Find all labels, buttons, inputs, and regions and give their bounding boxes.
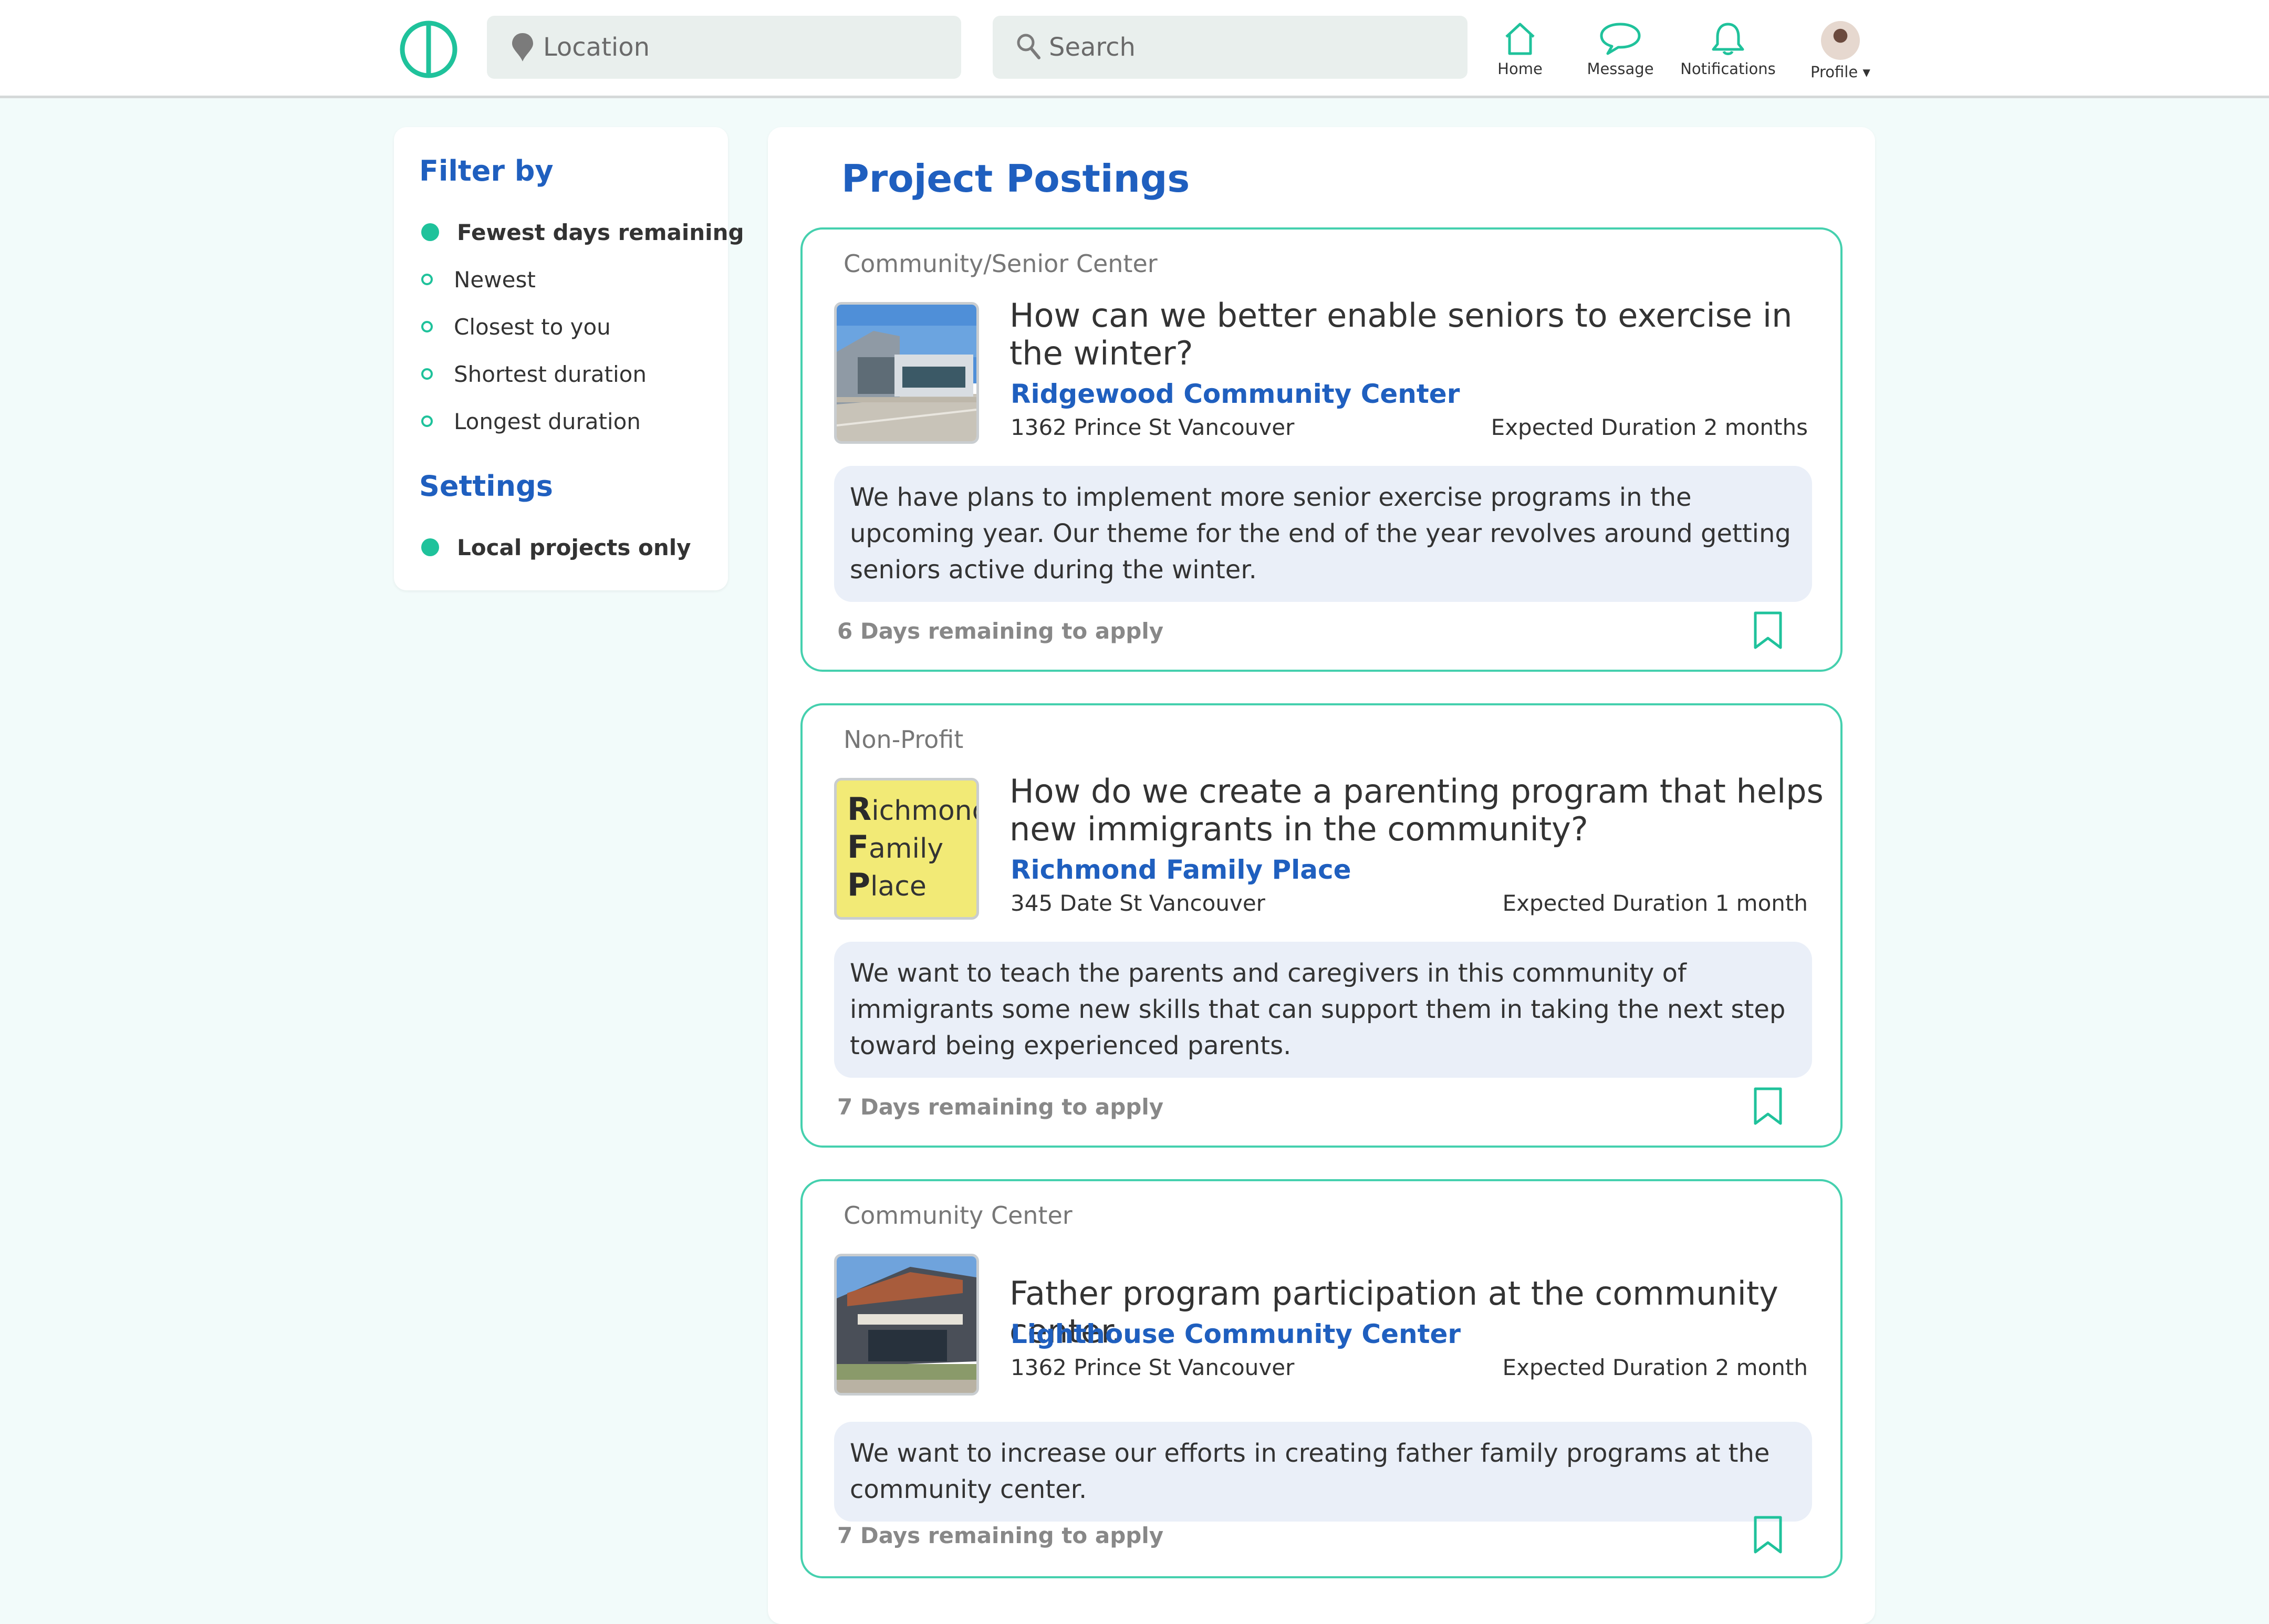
nav-profile[interactable]: Profile ▾ [1804, 21, 1877, 81]
bookmark-icon[interactable] [1752, 1087, 1784, 1127]
project-postings-panel: Project Postings Community/Senior Center… [768, 127, 1875, 1624]
richmond-family-place-logo: Richmond Family Place [834, 778, 979, 920]
posting-description: We have plans to implement more senior e… [834, 466, 1812, 602]
posting-duration: Expected Duration 2 month [1502, 1355, 1808, 1380]
filter-option-shortest[interactable]: Shortest duration [421, 361, 647, 387]
settings-title: Settings [419, 470, 553, 503]
posting-card[interactable]: Community Center Father program particip… [800, 1179, 1843, 1578]
lighthouse-building-photo [834, 1254, 979, 1396]
nav-message[interactable]: Message [1581, 21, 1660, 78]
nav-home[interactable]: Home [1491, 21, 1549, 78]
nav-home-label: Home [1497, 60, 1543, 78]
posting-days-remaining: 6 Days remaining to apply [837, 618, 1164, 644]
filter-sidebar: Filter by Fewest days remaining Newest C… [394, 127, 744, 590]
top-nav: Home Message Notifications Profile ▾ [0, 0, 2269, 98]
radio-icon [421, 368, 433, 380]
nav-message-label: Message [1587, 60, 1654, 78]
filter-option-closest[interactable]: Closest to you [421, 314, 611, 340]
search-field [993, 16, 1467, 79]
posting-address: 1362 Prince St Vancouver [1011, 414, 1295, 440]
cd-logo[interactable] [399, 20, 458, 79]
posting-category: Community Center [844, 1201, 1073, 1230]
nav-notifications-label: Notifications [1680, 60, 1776, 78]
filter-option-label: Longest duration [454, 409, 641, 434]
bookmark-icon[interactable] [1752, 1515, 1784, 1555]
filter-option-label: Shortest duration [454, 361, 647, 387]
setting-local-projects[interactable]: Local projects only [421, 535, 691, 560]
posting-card[interactable]: Non-Profit Richmond Family Place How do … [800, 703, 1843, 1148]
posting-org-link[interactable]: Ridgewood Community Center [1011, 379, 1460, 409]
filter-option-newest[interactable]: Newest [421, 267, 536, 293]
search-input[interactable] [993, 16, 1467, 79]
filter-option-fewest-days[interactable]: Fewest days remaining [421, 220, 744, 245]
radio-selected-icon [421, 223, 439, 241]
radio-icon [421, 320, 433, 332]
avatar [1821, 21, 1860, 60]
nav-profile-label: Profile ▾ [1810, 63, 1870, 81]
filter-option-longest[interactable]: Longest duration [421, 409, 641, 434]
posting-days-remaining: 7 Days remaining to apply [837, 1094, 1164, 1120]
logo-line: Place [847, 867, 927, 903]
location-field [487, 16, 961, 79]
posting-duration: Expected Duration 2 months [1491, 414, 1808, 440]
filter-option-label: Newest [454, 267, 536, 293]
radio-icon [421, 415, 433, 427]
filter-option-label: Fewest days remaining [457, 220, 744, 245]
bell-icon [1712, 23, 1744, 55]
posting-days-remaining: 7 Days remaining to apply [837, 1523, 1164, 1548]
posting-org-link[interactable]: Lighthouse Community Center [1011, 1319, 1461, 1349]
ridgewood-building-photo [834, 302, 979, 444]
setting-label: Local projects only [457, 535, 691, 560]
bookmark-icon[interactable] [1752, 611, 1784, 651]
posting-category: Non-Profit [844, 725, 964, 754]
posting-org-link[interactable]: Richmond Family Place [1011, 855, 1351, 885]
logo-line: Richmond [847, 791, 979, 828]
logo-line: Family [847, 829, 944, 866]
radio-icon [421, 273, 433, 285]
posting-category: Community/Senior Center [844, 249, 1158, 278]
posting-address: 1362 Prince St Vancouver [1011, 1355, 1295, 1380]
location-input[interactable] [487, 16, 961, 79]
message-icon [1600, 23, 1641, 55]
posting-card[interactable]: Community/Senior Center How can we bette… [800, 227, 1843, 672]
home-icon [1505, 23, 1535, 55]
posting-duration: Expected Duration 1 month [1502, 890, 1808, 916]
posting-description: We want to increase our efforts in creat… [834, 1422, 1812, 1522]
nav-notifications[interactable]: Notifications [1675, 21, 1781, 78]
posting-question: How can we better enable seniors to exer… [1009, 296, 1793, 372]
posting-description: We want to teach the parents and caregiv… [834, 942, 1812, 1078]
toggle-selected-icon [421, 538, 439, 556]
filter-option-label: Closest to you [454, 314, 611, 340]
posting-question: How do we create a parenting program tha… [1009, 772, 1824, 848]
filter-title: Filter by [419, 154, 554, 188]
posting-address: 345 Date St Vancouver [1011, 890, 1265, 916]
page-title: Project Postings [841, 157, 1190, 201]
